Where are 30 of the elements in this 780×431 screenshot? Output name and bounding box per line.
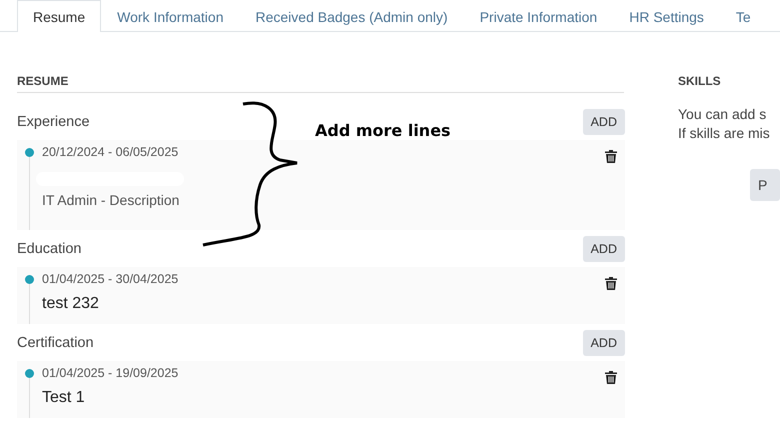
entry-description: IT Admin - Description bbox=[42, 192, 180, 208]
timeline-dot bbox=[25, 148, 34, 157]
skills-button[interactable]: P bbox=[750, 169, 780, 201]
date-range: 01/04/2025 - 30/04/2025 bbox=[42, 271, 180, 287]
section-title: Education bbox=[17, 241, 82, 257]
tab[interactable]: Private Information bbox=[464, 0, 614, 32]
tab[interactable]: HR Settings bbox=[613, 0, 720, 32]
add-button[interactable]: ADD bbox=[582, 109, 625, 135]
trash-icon[interactable] bbox=[605, 277, 617, 290]
tab[interactable]: Te bbox=[720, 0, 767, 32]
section-title: Certification bbox=[17, 335, 94, 351]
timeline-dot bbox=[25, 369, 34, 378]
trash-icon[interactable] bbox=[605, 150, 617, 163]
entry-title: test 232 bbox=[42, 295, 100, 313]
section-heading: RESUME bbox=[17, 74, 70, 90]
add-button[interactable]: ADD bbox=[582, 236, 625, 262]
trash-icon[interactable] bbox=[605, 371, 617, 384]
date-range: 01/04/2025 - 19/09/2025 bbox=[42, 365, 180, 381]
section-title: Experience bbox=[17, 114, 90, 130]
tab[interactable]: Work Information bbox=[101, 0, 240, 32]
tab[interactable]: Received Badges (Admin only) bbox=[239, 0, 464, 32]
section-heading: SKILLS bbox=[678, 74, 722, 90]
timeline-dot bbox=[25, 275, 34, 284]
tab[interactable]: Resume bbox=[17, 0, 102, 32]
date-range: 20/12/2024 - 06/05/2025 bbox=[42, 144, 180, 160]
add-button[interactable]: ADD bbox=[582, 330, 625, 356]
skills-hint: You can add s bbox=[678, 105, 768, 124]
skills-hint: If skills are mis bbox=[678, 124, 771, 143]
annotation-text: Add more lines bbox=[315, 121, 451, 140]
entry-title: Test 1 bbox=[42, 389, 86, 407]
